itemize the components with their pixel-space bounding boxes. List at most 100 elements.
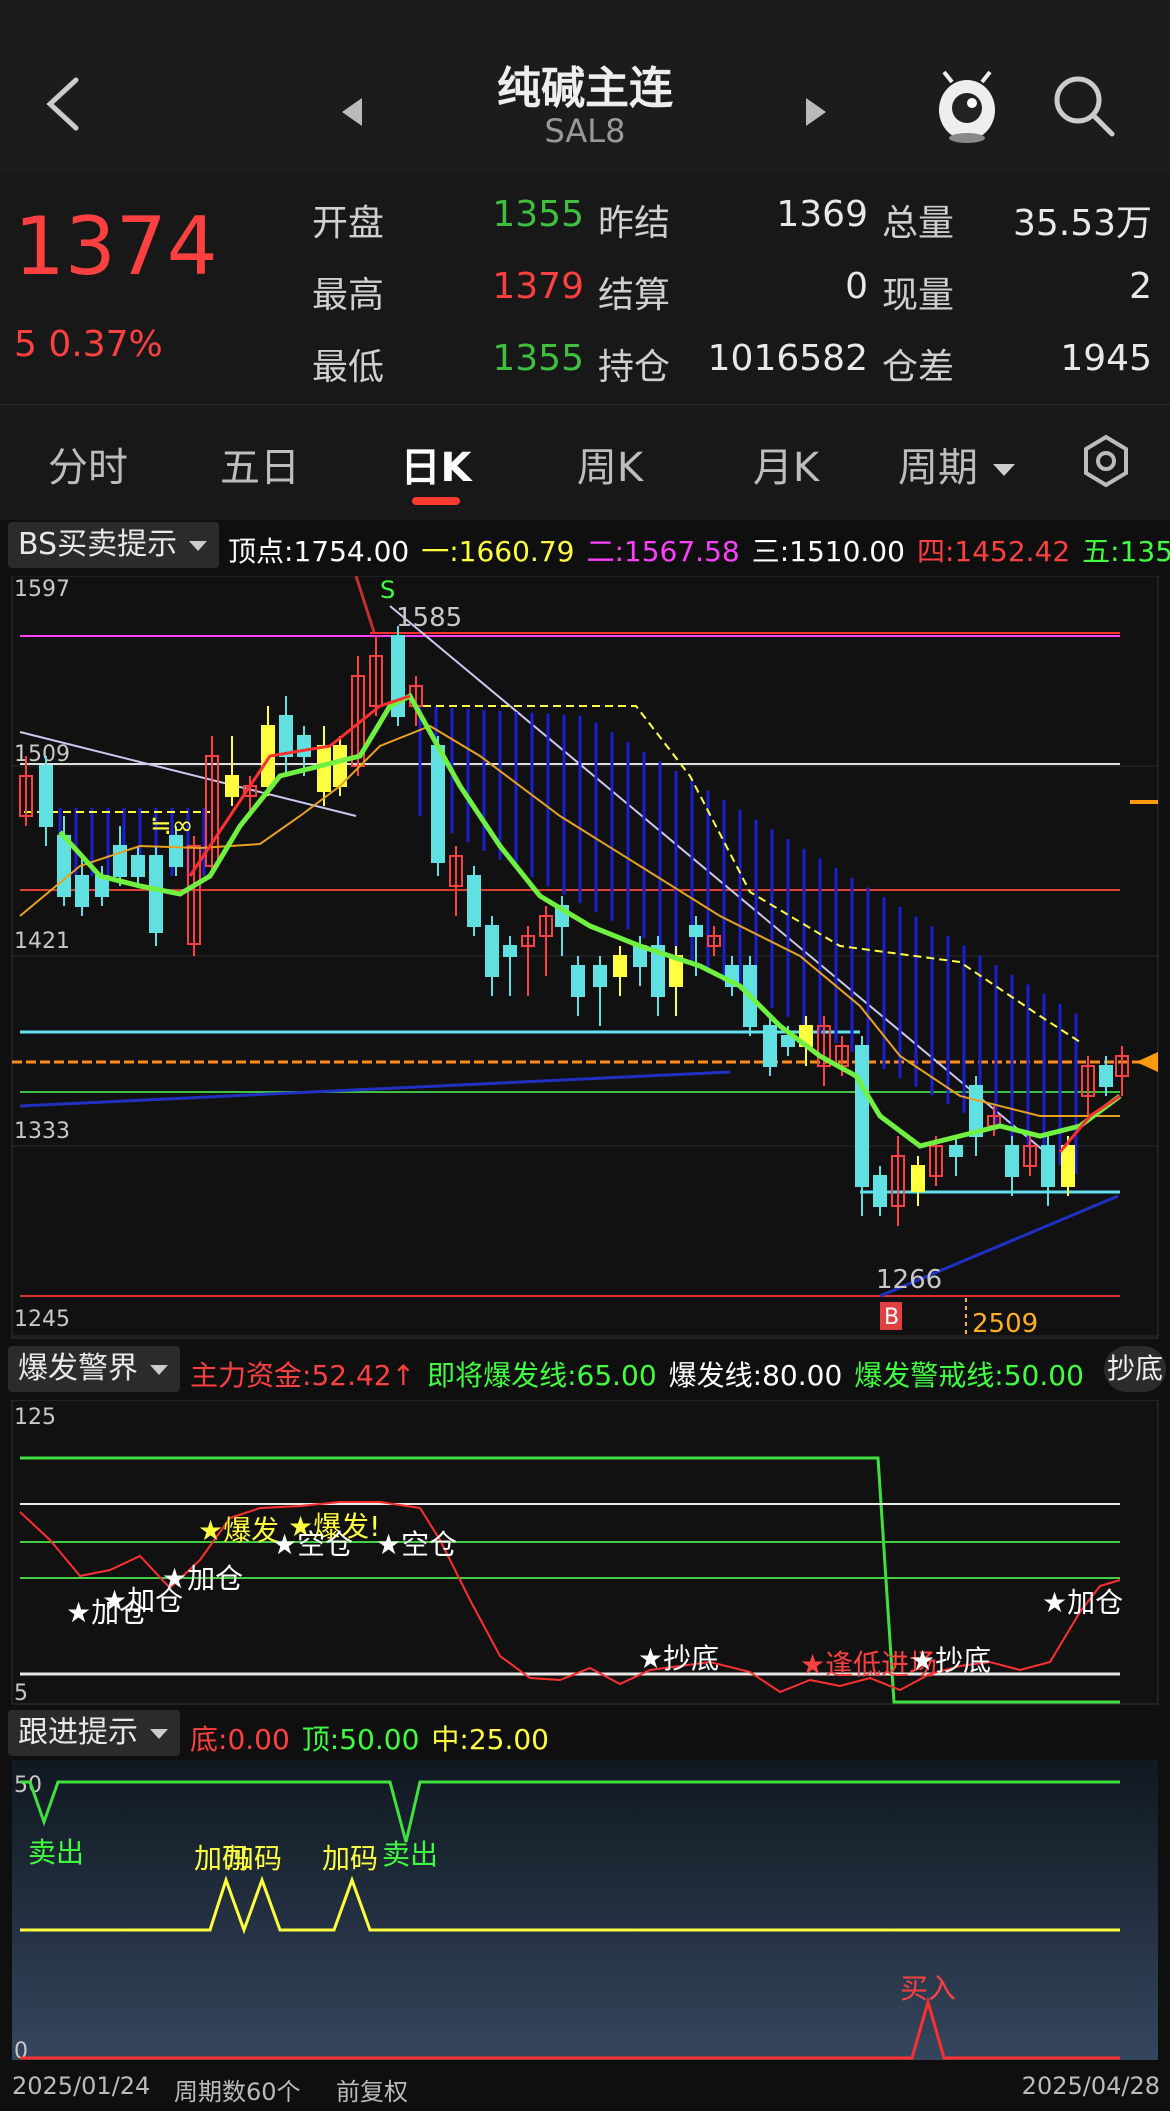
indicator-value: 五:1359 [1082,535,1170,568]
indicator-number: 1660.79 [458,535,575,568]
mascot-icon[interactable] [932,68,1002,144]
adjust-mode[interactable]: 前复权 [336,2072,408,2107]
candle-body [57,835,71,897]
indicator-label: 底: [190,1723,228,1756]
chevron-down-icon [149,1729,168,1739]
candle-body [873,1175,887,1207]
follow-indicator-dropdown[interactable]: 跟进提示 [8,1710,180,1756]
indicator-value: 顶点:1754.00 [228,535,409,568]
quote-label: 仓差 [882,347,955,388]
indicator-number: 1510.00 [789,535,905,568]
follow-indicator-chart[interactable]: 500卖出 加码加码 加码 卖出买入 [0,1758,1170,2064]
cursor-label: 2509 [972,1309,1038,1339]
quote-label: 持仓 [598,347,671,388]
bottom-fishing-toggle[interactable]: 抄底 [1104,1346,1166,1392]
indicator-number: 1567.58 [623,535,740,568]
main-indicator-dropdown[interactable]: BS买卖提示 [8,522,219,568]
price-axis-label: 1333 [14,1119,70,1144]
high-price-label: 1585 [396,603,462,633]
burst-indicator-chart[interactable]: 1255★爆发 ★爆发!★空仓 ★空仓★加仓★加仓★加仓★抄底 ★逢低进场★抄底★加仓 [0,1400,1170,1706]
indicator-number: 1359 [1119,535,1170,568]
quote-value: 35.53万 [1012,203,1152,244]
candle-body [763,1025,777,1067]
indicator-value: 爆发线:80.00 [669,1359,843,1392]
candle-body [855,1045,869,1187]
burst-signal-label: ★加仓 [66,1596,147,1629]
change-percent: 0.37% [48,324,163,365]
indicator-number: 50.00 [1003,1359,1084,1392]
tab-intraday[interactable]: 分时 [8,435,168,493]
candle-body [131,855,145,877]
indicator-value: 底:0.00 [190,1723,290,1756]
candle-body [149,855,163,933]
quote-value: 1016582 [707,338,868,379]
candle-body [911,1165,925,1192]
candle-body [1041,1145,1055,1187]
symbol-label: ≒∞ [150,811,193,841]
indicator-value: 二:1567.58 [586,535,739,568]
back-icon[interactable] [40,76,84,132]
next-contract-icon[interactable] [804,96,828,128]
price-axis-label: 1245 [14,1307,70,1332]
burst-indicator-dropdown[interactable]: 爆发警界 [8,1346,180,1392]
search-icon[interactable] [1052,74,1116,138]
tab-monthly-k[interactable]: 月K [706,435,866,493]
indicator-label: 顶: [301,1723,340,1756]
candle-body [503,945,517,957]
indicator-value: 四:1452.42 [917,535,1070,568]
candle-body [225,775,239,797]
indicator-label: 五: [1082,535,1120,568]
chart-area: BS买卖提示 顶点:1754.00 一:1660.79 二:1567.58 三:151… [0,520,1170,2111]
candle-body [485,925,499,977]
quote-label: 开盘 [312,203,385,244]
burst-signal-label: ★抄底 [910,1644,991,1677]
prev-contract-icon[interactable] [340,96,364,128]
indicator-number: 52.42↑ [311,1359,416,1392]
candle-body [1005,1145,1019,1177]
tab-daily-k[interactable]: 日K [356,435,516,493]
burst-indicator-name: 爆发警界 [18,1351,138,1386]
follow-indicator-name: 跟进提示 [18,1715,138,1750]
candle-body [613,955,627,977]
indicator-number: 50.00 [339,1723,420,1756]
axis-label: 125 [14,1405,56,1430]
contract-code: SAL8 [544,112,626,150]
indicator-label: 顶点: [228,535,294,568]
indicator-label: 主力资金: [190,1359,312,1392]
axis-label: 5 [14,1681,28,1706]
price-change: 5 0.37% [14,324,163,365]
tab-period-dropdown[interactable]: 周期 [898,435,1017,493]
axis-label: 0 [14,2039,28,2064]
indicator-label: 中: [431,1723,469,1756]
axis-label: 50 [14,1773,42,1798]
sell-signal-label: S [380,576,395,604]
indicator-number: 80.00 [762,1359,843,1392]
candle-body [593,965,607,987]
indicator-label: 即将爆发线: [427,1359,577,1392]
tab-weekly-k[interactable]: 周K [530,435,690,493]
last-price: 1374 [14,200,218,293]
candlestick-chart[interactable]: 15971509142113331245S1585B12662509≒∞ [0,576,1170,1342]
indicator-value: 一:1660.79 [421,535,574,568]
start-date: 2025/01/24 [12,2072,151,2100]
quote-label: 最高 [312,275,385,316]
settings-gear-icon[interactable] [1078,433,1134,489]
indicator-value: 主力资金:52.42↑ [190,1359,415,1392]
burst-signal-label: ★加仓 [1042,1586,1123,1619]
tab-five-day[interactable]: 五日 [180,435,340,493]
follow-indicator-values: 底:0.00 顶:50.00 中:25.00 [190,1718,561,1758]
indicator-number: 1452.42 [954,535,1071,568]
indicator-label: 爆发警戒线: [854,1359,1004,1392]
follow-signal-label: 卖出 [382,1838,438,1871]
buy-signal-label: B [884,1305,899,1330]
candle-body [279,715,293,757]
candle-body [431,745,445,863]
candle-body [333,745,347,787]
indicator-number: 65.00 [576,1359,657,1392]
indicator-value: 三:1510.00 [752,535,905,568]
burst-signal-label: ★爆发 [198,1514,279,1547]
follow-signal-label: 加码 [322,1842,378,1875]
quote-label: 昨结 [598,203,671,244]
end-date: 2025/04/28 [1021,2072,1160,2100]
price-axis-label: 1597 [14,577,70,602]
